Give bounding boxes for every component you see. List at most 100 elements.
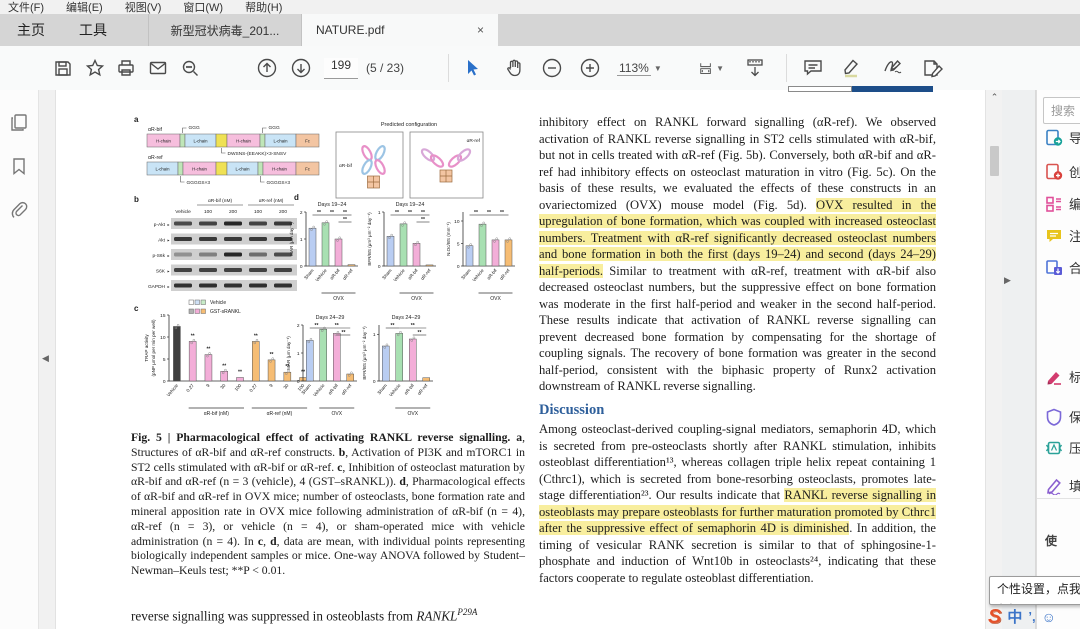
zoom-in-button[interactable] bbox=[577, 55, 603, 81]
compress-pdf-icon bbox=[1045, 439, 1063, 457]
tool-fill-sign[interactable]: 填 bbox=[1045, 476, 1080, 495]
fit-page-button[interactable] bbox=[742, 55, 768, 81]
tool-export-pdf[interactable]: 导 bbox=[1045, 128, 1080, 147]
chart-d4: 012MAR (μm day⁻¹)Days 24–29ShamVehicleαR… bbox=[286, 315, 357, 417]
svg-text:OVX: OVX bbox=[411, 296, 422, 302]
star-icon bbox=[85, 58, 105, 78]
chart-d3: 0510N.Oc/BS (mm⁻¹)ShamVehicleαR-bifαR-re… bbox=[446, 210, 515, 302]
svg-text:GGG: GGG bbox=[269, 125, 280, 131]
svg-text:**: ** bbox=[342, 330, 346, 336]
svg-text:BFR/BS (μm³ μm⁻² day⁻¹): BFR/BS (μm³ μm⁻² day⁻¹) bbox=[367, 212, 372, 266]
redact-icon bbox=[1045, 368, 1063, 386]
search-button[interactable] bbox=[177, 55, 203, 81]
tool-organize-pages[interactable]: 编 bbox=[1045, 194, 1080, 213]
menu-window[interactable]: 窗口(W) bbox=[183, 0, 223, 15]
svg-text:αR-bif (nM): αR-bif (nM) bbox=[204, 411, 229, 417]
svg-text:Sham: Sham bbox=[381, 268, 393, 281]
svg-text:**: ** bbox=[222, 363, 226, 369]
svg-text:Days 19–24: Days 19–24 bbox=[396, 202, 425, 208]
svg-text:GGGGS×3: GGGGS×3 bbox=[267, 180, 291, 186]
ime-emoji-button[interactable]: ☺ bbox=[1042, 609, 1056, 625]
tab-tools[interactable]: 工具 bbox=[62, 14, 124, 46]
svg-text:L-chain: L-chain bbox=[155, 166, 170, 171]
sogou-logo-icon[interactable]: S bbox=[988, 606, 1001, 628]
svg-text:0: 0 bbox=[297, 379, 300, 385]
right-panel-divider[interactable]: ▶ bbox=[1002, 90, 1036, 629]
search-input[interactable]: 搜索 bbox=[1043, 97, 1080, 124]
ime-punctuation-toggle[interactable]: ’, bbox=[1028, 609, 1035, 624]
comment-button[interactable] bbox=[800, 55, 826, 81]
tool-label: 注 bbox=[1069, 226, 1080, 245]
svg-text:H-chain: H-chain bbox=[236, 138, 251, 143]
text-segment: Similar to treatment with αR-ref, treatm… bbox=[539, 264, 936, 394]
chevron-down-icon: ▼ bbox=[716, 64, 724, 73]
svg-text:**: ** bbox=[315, 323, 319, 329]
menu-file[interactable]: 文件(F) bbox=[8, 0, 44, 15]
tool-create-pdf[interactable]: 创 bbox=[1045, 162, 1080, 181]
doc-tab-nature[interactable]: NATURE.pdf × bbox=[301, 14, 498, 46]
tool-combine-files[interactable]: 合 bbox=[1045, 258, 1080, 277]
section-heading: Discussion bbox=[539, 402, 936, 419]
svg-text:10: 10 bbox=[160, 335, 166, 341]
favorite-button[interactable] bbox=[82, 55, 108, 81]
scroll-up-icon[interactable]: ⌃ bbox=[986, 92, 1003, 103]
tool-comment[interactable]: 注 bbox=[1045, 226, 1080, 245]
svg-text:**: ** bbox=[343, 217, 347, 223]
attachments-button[interactable] bbox=[9, 200, 29, 220]
svg-text:TRAP activity: TRAP activity bbox=[144, 334, 149, 362]
edit-page-button[interactable] bbox=[920, 55, 946, 81]
select-tool-button[interactable] bbox=[459, 55, 485, 81]
tool-redact[interactable]: 标 bbox=[1045, 367, 1080, 386]
left-panel-divider[interactable]: ◀ bbox=[39, 90, 56, 629]
page-thumbnails-button[interactable] bbox=[9, 112, 29, 132]
svg-text:d: d bbox=[294, 193, 299, 202]
sign-button[interactable] bbox=[880, 55, 906, 81]
scrollbar-thumb[interactable] bbox=[990, 146, 999, 176]
svg-text:▸: ▸ bbox=[168, 254, 170, 258]
svg-text:30: 30 bbox=[282, 383, 289, 390]
svg-text:L-chain: L-chain bbox=[273, 138, 288, 143]
svg-text:OVX: OVX bbox=[333, 296, 344, 302]
svg-text:**: ** bbox=[395, 210, 399, 216]
vertical-scrollbar[interactable]: ⌃ bbox=[985, 90, 1003, 629]
text-segment: RANKL bbox=[416, 608, 457, 623]
email-button[interactable] bbox=[145, 55, 171, 81]
print-button[interactable] bbox=[113, 55, 139, 81]
zoom-level-select[interactable]: 113%▼ bbox=[617, 55, 662, 81]
expand-right-icon[interactable]: ▶ bbox=[1004, 275, 1011, 286]
text-segment: P29A bbox=[457, 607, 477, 617]
svg-text:**: ** bbox=[330, 210, 334, 216]
tool-protect[interactable]: 保 bbox=[1045, 407, 1080, 426]
save-icon bbox=[53, 58, 73, 78]
collapse-left-icon[interactable]: ◀ bbox=[42, 353, 49, 364]
zoom-out-button[interactable] bbox=[539, 55, 565, 81]
doc-tab-coronavirus[interactable]: 新型冠状病毒_201... bbox=[148, 14, 301, 46]
menu-help[interactable]: 帮助(H) bbox=[245, 0, 282, 15]
bookmarks-button[interactable] bbox=[9, 156, 29, 176]
doc-tab-title: NATURE.pdf bbox=[316, 23, 384, 37]
svg-text:**: ** bbox=[254, 333, 258, 339]
previous-page-button[interactable] bbox=[254, 55, 280, 81]
highlight-button[interactable] bbox=[838, 55, 864, 81]
fit-width-icon bbox=[698, 58, 713, 78]
fit-width-button[interactable]: ▼ bbox=[698, 55, 724, 81]
close-icon[interactable]: × bbox=[477, 23, 484, 37]
arrow-down-circle-icon bbox=[290, 57, 312, 79]
highlighter-icon bbox=[840, 57, 862, 79]
cursor-icon bbox=[462, 58, 482, 78]
svg-text:**: ** bbox=[487, 210, 491, 216]
hand-tool-button[interactable] bbox=[501, 55, 527, 81]
tool-compress-pdf[interactable]: 压 bbox=[1045, 438, 1080, 457]
menu-edit[interactable]: 编辑(E) bbox=[66, 0, 103, 15]
svg-text:15: 15 bbox=[160, 313, 166, 319]
page-number-input[interactable]: 199 bbox=[324, 58, 358, 79]
ime-language-toggle[interactable]: 中 bbox=[1007, 606, 1022, 627]
personalization-tooltip[interactable]: 个性设置，点我 bbox=[989, 576, 1080, 605]
next-page-button[interactable] bbox=[288, 55, 314, 81]
menu-view[interactable]: 视图(V) bbox=[125, 0, 162, 15]
svg-text:p-S6k: p-S6k bbox=[152, 253, 165, 259]
svg-text:▸: ▸ bbox=[168, 285, 170, 289]
tab-home[interactable]: 主页 bbox=[0, 14, 62, 46]
save-button[interactable] bbox=[50, 55, 76, 81]
svg-text:GGG: GGG bbox=[189, 125, 200, 131]
